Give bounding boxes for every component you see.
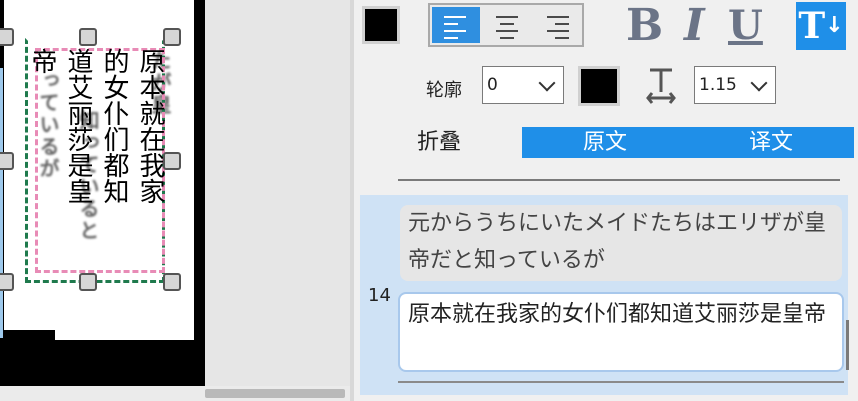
- vertical-text-icon: T: [798, 5, 826, 47]
- line-spacing-value: 1.15: [699, 75, 737, 95]
- outline-width-select[interactable]: 0: [482, 66, 564, 104]
- line-spacing-select[interactable]: 1.15: [694, 66, 776, 104]
- collapse-button[interactable]: 折叠: [394, 127, 484, 158]
- italic-button[interactable]: I: [684, 0, 705, 52]
- horizontal-scrollbar-thumb[interactable]: [205, 389, 345, 398]
- align-left-icon: [444, 16, 466, 44]
- manga-panel-notch: [55, 330, 194, 340]
- translated-text-column: 道艾丽莎是皇: [63, 48, 93, 204]
- alignment-group: [428, 3, 584, 47]
- resize-handle-top[interactable]: [79, 28, 97, 46]
- panel-edge-guide: [0, 68, 3, 338]
- tab-translation[interactable]: 译文: [688, 127, 854, 158]
- align-center-button[interactable]: [483, 7, 531, 43]
- tab-original[interactable]: 原文: [522, 127, 688, 158]
- bold-button[interactable]: B: [626, 0, 663, 52]
- text-entry-list[interactable]: 14 元からうちにいたメイドたちはエリザが皇帝だと知っているが 原本就在我家的女…: [360, 195, 848, 395]
- divider: [398, 381, 844, 383]
- resize-handle-left[interactable]: [0, 152, 14, 170]
- image-canvas[interactable]: たが皇 っているが 知っていると 原本就在我家 的女仆们都知 道艾丽莎是皇 帝: [0, 0, 350, 401]
- resize-handle-bottom-right[interactable]: [163, 273, 181, 291]
- entry-index: 14: [368, 285, 391, 306]
- align-center-icon: [496, 16, 518, 44]
- translated-text-column: 的女仆们都知: [99, 48, 129, 204]
- align-left-button[interactable]: [432, 7, 480, 43]
- chevron-down-icon: [750, 74, 768, 92]
- translation-text-field[interactable]: 原本就在我家的女仆们都知道艾丽莎是皇帝: [398, 292, 844, 372]
- font-color-button[interactable]: [362, 6, 400, 44]
- resize-handle-bottom[interactable]: [79, 273, 97, 291]
- resize-handle-bottom-left[interactable]: [0, 273, 14, 291]
- vertical-text-button[interactable]: T↓: [796, 2, 846, 50]
- align-right-icon: [547, 16, 569, 44]
- divider: [398, 179, 840, 181]
- translated-text-column: 帝: [27, 48, 57, 74]
- outline-width-value: 0: [487, 75, 498, 95]
- outline-color-button[interactable]: [578, 66, 620, 106]
- line-spacing-icon: [646, 68, 676, 104]
- source-text-field[interactable]: 元からうちにいたメイドたちはエリザが皇帝だと知っているが: [400, 205, 842, 281]
- text-properties-panel: B I U T↓ 轮廓 0 1.15 折叠 原文 译文 14 元からうちにいたメ…: [354, 0, 858, 401]
- resize-handle-right[interactable]: [163, 152, 181, 170]
- underline-button[interactable]: U: [728, 0, 763, 52]
- chevron-down-icon: [538, 74, 556, 92]
- text-field-scrollbar[interactable]: [846, 320, 849, 370]
- resize-handle-top-left[interactable]: [0, 28, 14, 46]
- align-right-button[interactable]: [534, 7, 582, 43]
- outline-label: 轮廓: [426, 80, 462, 101]
- resize-handle-top-right[interactable]: [163, 28, 181, 46]
- translated-text-column: 原本就在我家: [135, 48, 165, 204]
